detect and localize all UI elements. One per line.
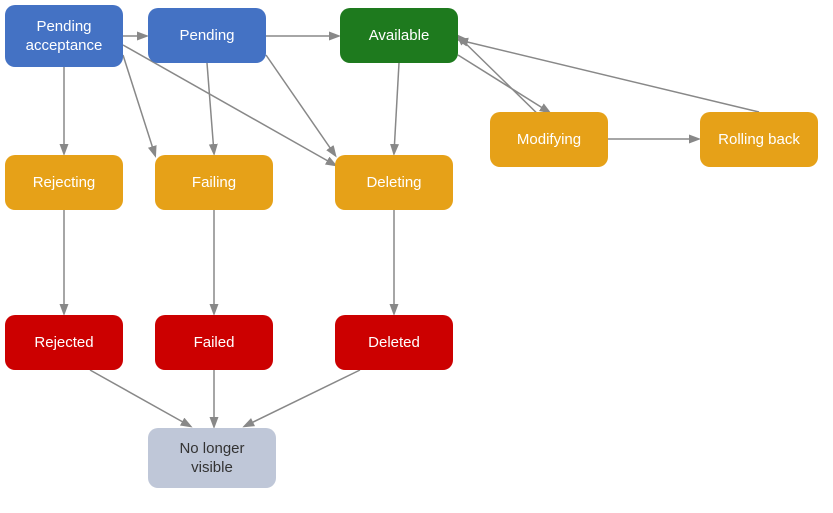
deleting-node: Deleting [335, 155, 453, 210]
pending-node: Pending [148, 8, 266, 63]
state-diagram: Pendingacceptance Pending Available Modi… [0, 0, 833, 513]
arrows-svg [0, 0, 833, 513]
failing-node: Failing [155, 155, 273, 210]
no-longer-visible-node: No longervisible [148, 428, 276, 488]
rolling-back-node: Rolling back [700, 112, 818, 167]
deleted-node: Deleted [335, 315, 453, 370]
rejected-node: Rejected [5, 315, 123, 370]
pending-acceptance-node: Pendingacceptance [5, 5, 123, 67]
modifying-node: Modifying [490, 112, 608, 167]
available-node: Available [340, 8, 458, 63]
failed-node: Failed [155, 315, 273, 370]
rejecting-node: Rejecting [5, 155, 123, 210]
